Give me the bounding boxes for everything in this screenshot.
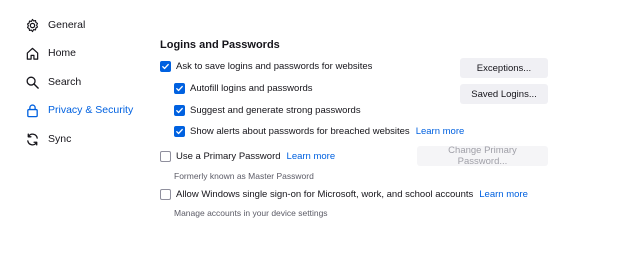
windows-sso-learn-more-link[interactable]: Learn more [479, 189, 528, 200]
sync-icon [24, 131, 40, 147]
ask-save-label: Ask to save logins and passwords for web… [176, 60, 373, 72]
sidebar-item-label: General [48, 19, 86, 31]
alerts-checkbox[interactable] [174, 125, 185, 137]
sidebar: General Home Search Privacy & Security S… [0, 0, 150, 260]
alerts-learn-more-link[interactable]: Learn more [416, 126, 465, 137]
change-primary-password-button[interactable]: Change Primary Password... [417, 145, 548, 167]
suggest-label: Suggest and generate strong passwords [190, 104, 361, 116]
autofill-checkbox[interactable] [174, 82, 185, 94]
primary-learn-more-link[interactable]: Learn more [287, 151, 336, 162]
windows-sso-label: Allow Windows single sign-on for Microso… [176, 188, 474, 200]
check-icon [176, 107, 183, 113]
lock-icon [24, 102, 40, 118]
search-icon [24, 74, 40, 90]
home-icon [24, 45, 40, 61]
primary-password-note: Formerly known as Master Password [174, 171, 314, 181]
exceptions-button[interactable]: Exceptions... [460, 58, 548, 78]
sidebar-item-label: Sync [48, 133, 72, 145]
primary-password-checkbox[interactable] [160, 150, 171, 162]
alerts-label: Show alerts about passwords for breached… [190, 125, 410, 137]
sidebar-item-general[interactable]: General [24, 14, 85, 36]
sidebar-item-home[interactable]: Home [24, 42, 76, 64]
autofill-row: Autofill logins and passwords [174, 80, 313, 96]
sidebar-item-label: Home [48, 47, 77, 59]
check-icon [176, 128, 183, 134]
sidebar-item-search[interactable]: Search [24, 71, 81, 93]
gear-icon [24, 17, 40, 33]
saved-logins-button[interactable]: Saved Logins... [460, 84, 548, 104]
check-icon [176, 85, 183, 91]
suggest-checkbox[interactable] [174, 104, 185, 116]
check-icon [162, 63, 169, 69]
suggest-row: Suggest and generate strong passwords [174, 102, 361, 118]
autofill-label: Autofill logins and passwords [190, 82, 313, 94]
sidebar-item-sync[interactable]: Sync [24, 128, 71, 150]
sidebar-item-privacy-security[interactable]: Privacy & Security [24, 99, 133, 121]
section-title: Logins and Passwords [160, 39, 280, 51]
windows-sso-row: Allow Windows single sign-on for Microso… [160, 186, 528, 202]
sidebar-item-label: Search [48, 76, 82, 88]
alerts-row: Show alerts about passwords for breached… [174, 123, 464, 139]
primary-password-row: Use a Primary Password Learn more [160, 148, 335, 164]
sidebar-item-label: Privacy & Security [48, 104, 134, 116]
primary-password-label: Use a Primary Password [176, 150, 281, 162]
ask-save-checkbox[interactable] [160, 60, 171, 72]
windows-sso-checkbox[interactable] [160, 188, 171, 200]
windows-sso-note: Manage accounts in your device settings [174, 208, 328, 218]
ask-save-row: Ask to save logins and passwords for web… [160, 58, 372, 74]
